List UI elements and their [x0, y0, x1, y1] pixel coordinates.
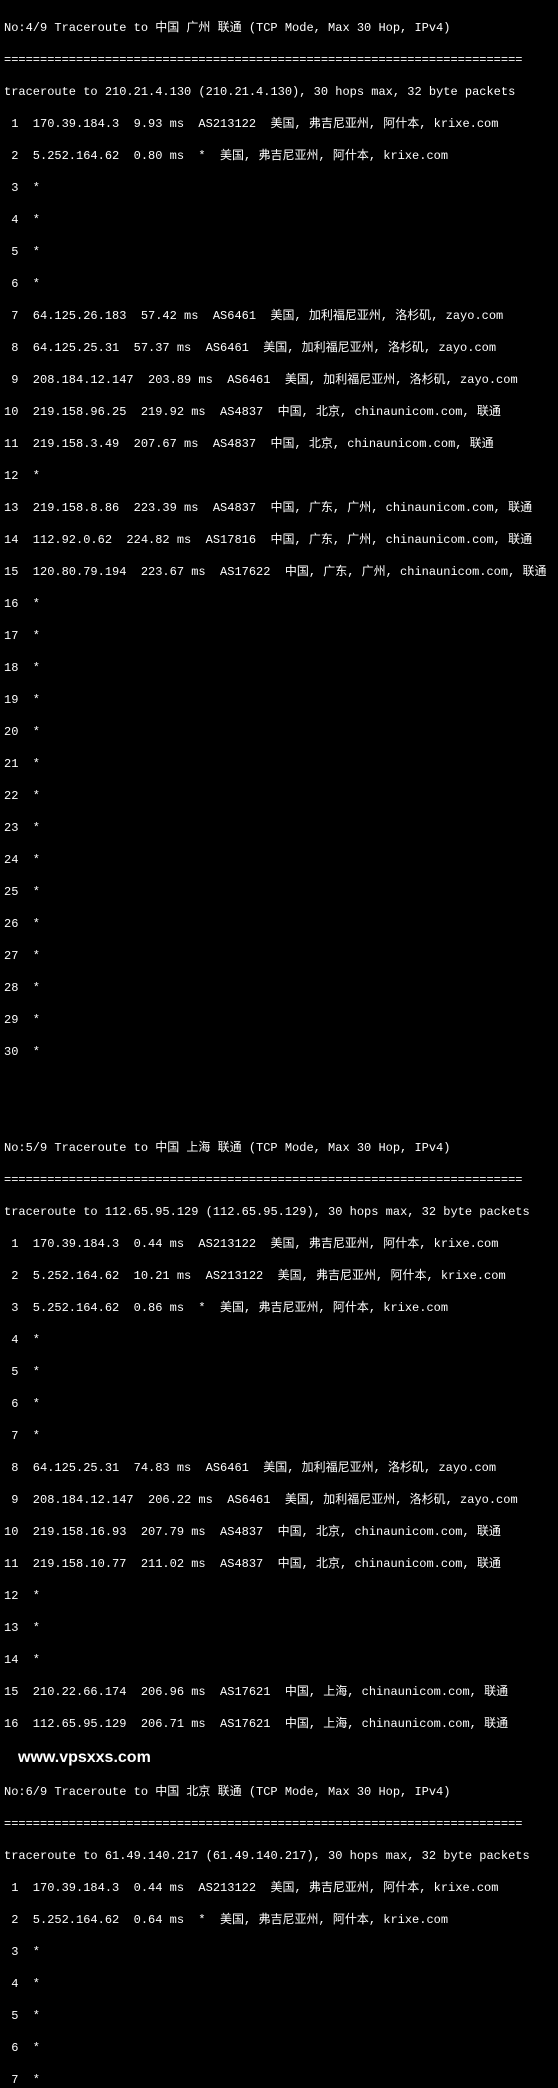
hop-row: 3 * — [4, 180, 554, 196]
hop-row: 30 * — [4, 1044, 554, 1060]
hop-row: 6 * — [4, 276, 554, 292]
hop-row: 7 * — [4, 2072, 554, 2088]
hop-row: 3 * — [4, 1944, 554, 1960]
hop-row: 16 112.65.95.129 206.71 ms AS17621 中国, 上… — [4, 1716, 554, 1732]
hop-row: 7 * — [4, 1428, 554, 1444]
hop-row: 13 219.158.8.86 223.39 ms AS4837 中国, 广东,… — [4, 500, 554, 516]
blank-line — [4, 1076, 554, 1092]
traceroute-summary: traceroute to 112.65.95.129 (112.65.95.1… — [4, 1204, 554, 1220]
hop-row: 19 * — [4, 692, 554, 708]
hop-row: 20 * — [4, 724, 554, 740]
hop-row: 9 208.184.12.147 206.22 ms AS6461 美国, 加利… — [4, 1492, 554, 1508]
terminal-output: No:4/9 Traceroute to 中国 广州 联通 (TCP Mode,… — [0, 0, 558, 2088]
hop-row: 2 5.252.164.62 0.80 ms * 美国, 弗吉尼亚州, 阿什本,… — [4, 148, 554, 164]
traceroute-header: No:4/9 Traceroute to 中国 广州 联通 (TCP Mode,… — [4, 20, 554, 36]
blank-line — [4, 1108, 554, 1124]
hop-row: 11 219.158.3.49 207.67 ms AS4837 中国, 北京,… — [4, 436, 554, 452]
hop-row: 16 * — [4, 596, 554, 612]
hop-row: 4 * — [4, 212, 554, 228]
hop-row: 28 * — [4, 980, 554, 996]
hop-row: 23 * — [4, 820, 554, 836]
hop-row: 2 5.252.164.62 10.21 ms AS213122 美国, 弗吉尼… — [4, 1268, 554, 1284]
hop-row: 11 219.158.10.77 211.02 ms AS4837 中国, 北京… — [4, 1556, 554, 1572]
hop-row: 22 * — [4, 788, 554, 804]
hop-row: 6 * — [4, 2040, 554, 2056]
separator: ========================================… — [4, 1172, 554, 1188]
hop-row: 18 * — [4, 660, 554, 676]
hop-row: 29 * — [4, 1012, 554, 1028]
hop-row: 13 * — [4, 1620, 554, 1636]
hop-row: 1 170.39.184.3 9.93 ms AS213122 美国, 弗吉尼亚… — [4, 116, 554, 132]
hop-row: 8 64.125.25.31 74.83 ms AS6461 美国, 加利福尼亚… — [4, 1460, 554, 1476]
hop-row: 25 * — [4, 884, 554, 900]
hop-row: 1 170.39.184.3 0.44 ms AS213122 美国, 弗吉尼亚… — [4, 1880, 554, 1896]
separator: ========================================… — [4, 1816, 554, 1832]
traceroute-header: No:5/9 Traceroute to 中国 上海 联通 (TCP Mode,… — [4, 1140, 554, 1156]
separator: ========================================… — [4, 52, 554, 68]
traceroute-summary: traceroute to 61.49.140.217 (61.49.140.2… — [4, 1848, 554, 1864]
hop-row: 5 * — [4, 2008, 554, 2024]
hop-row: 17 * — [4, 628, 554, 644]
hop-row: 27 * — [4, 948, 554, 964]
traceroute-header: No:6/9 Traceroute to 中国 北京 联通 (TCP Mode,… — [4, 1784, 554, 1800]
hop-row: 15 210.22.66.174 206.96 ms AS17621 中国, 上… — [4, 1684, 554, 1700]
hop-row: 3 5.252.164.62 0.86 ms * 美国, 弗吉尼亚州, 阿什本,… — [4, 1300, 554, 1316]
hop-row: 1 170.39.184.3 0.44 ms AS213122 美国, 弗吉尼亚… — [4, 1236, 554, 1252]
hop-row: 7 64.125.26.183 57.42 ms AS6461 美国, 加利福尼… — [4, 308, 554, 324]
watermark-text: www.vpsxxs.com — [4, 1750, 554, 1766]
traceroute-summary: traceroute to 210.21.4.130 (210.21.4.130… — [4, 84, 554, 100]
hop-row: 10 219.158.16.93 207.79 ms AS4837 中国, 北京… — [4, 1524, 554, 1540]
hop-row: 24 * — [4, 852, 554, 868]
hop-row: 6 * — [4, 1396, 554, 1412]
hop-row: 2 5.252.164.62 0.64 ms * 美国, 弗吉尼亚州, 阿什本,… — [4, 1912, 554, 1928]
hop-row: 14 112.92.0.62 224.82 ms AS17816 中国, 广东,… — [4, 532, 554, 548]
hop-row: 14 * — [4, 1652, 554, 1668]
hop-row: 10 219.158.96.25 219.92 ms AS4837 中国, 北京… — [4, 404, 554, 420]
hop-row: 4 * — [4, 1332, 554, 1348]
hop-row: 8 64.125.25.31 57.37 ms AS6461 美国, 加利福尼亚… — [4, 340, 554, 356]
hop-row: 4 * — [4, 1976, 554, 1992]
hop-row: 12 * — [4, 468, 554, 484]
hop-row: 26 * — [4, 916, 554, 932]
hop-row: 12 * — [4, 1588, 554, 1604]
hop-row: 15 120.80.79.194 223.67 ms AS17622 中国, 广… — [4, 564, 554, 580]
hop-row: 5 * — [4, 1364, 554, 1380]
hop-row: 9 208.184.12.147 203.89 ms AS6461 美国, 加利… — [4, 372, 554, 388]
hop-row: 5 * — [4, 244, 554, 260]
hop-row: 21 * — [4, 756, 554, 772]
